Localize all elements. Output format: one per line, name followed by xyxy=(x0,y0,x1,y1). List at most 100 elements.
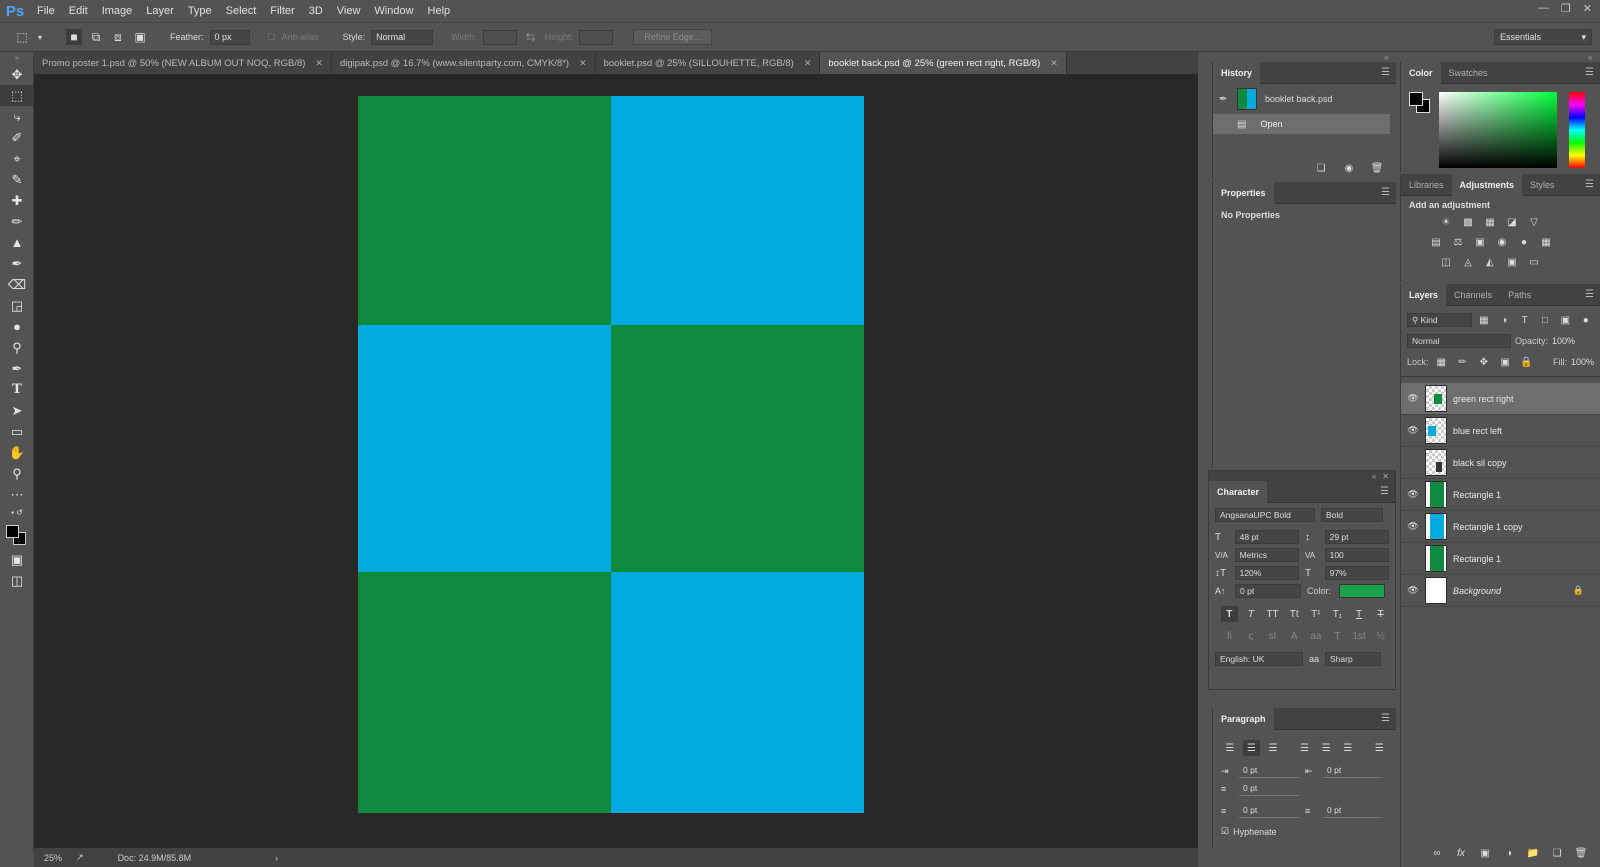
black-white-icon[interactable]: ▣ xyxy=(1471,234,1489,250)
fractions-icon[interactable]: ½ xyxy=(1372,628,1389,644)
menu-type[interactable]: Type xyxy=(181,0,219,22)
panel-menu-icon[interactable]: ☰ xyxy=(1585,179,1594,190)
history-snapshot[interactable]: ✒ booklet back.psd xyxy=(1213,84,1396,114)
tab-paths[interactable]: Paths xyxy=(1500,284,1539,306)
blend-mode-select[interactable]: Normal xyxy=(1407,334,1511,348)
subtract-selection-icon[interactable]: ⧈ xyxy=(110,29,126,45)
hue-slider[interactable] xyxy=(1569,92,1585,168)
swash-icon[interactable]: st xyxy=(1264,628,1281,644)
menu-window[interactable]: Window xyxy=(367,0,420,22)
restore-icon[interactable]: ❐ xyxy=(1561,2,1571,15)
color-lookup-icon[interactable]: ▦ xyxy=(1537,234,1555,250)
menu-3d[interactable]: 3D xyxy=(302,0,330,22)
layer-rectangle-1-b[interactable]: Rectangle 1 xyxy=(1401,543,1600,575)
crop-tool-icon[interactable]: ⌖ xyxy=(0,148,34,169)
panel-menu-icon[interactable]: ☰ xyxy=(1585,289,1594,300)
underline-icon[interactable]: T xyxy=(1351,606,1368,622)
swap-icon[interactable]: ⇆ xyxy=(523,29,539,45)
small-caps-icon[interactable]: Tt xyxy=(1286,606,1303,622)
strikethrough-icon[interactable]: T xyxy=(1372,606,1389,622)
close-icon[interactable]: ✕ xyxy=(1382,472,1389,481)
width-input[interactable] xyxy=(482,29,517,45)
threshold-icon[interactable]: ◭ xyxy=(1481,254,1499,270)
marquee-preset-icon[interactable]: ⬚ xyxy=(14,29,30,45)
menu-select[interactable]: Select xyxy=(219,0,264,22)
eyedropper-tool-icon[interactable]: ✎ xyxy=(0,169,34,190)
document-canvas[interactable] xyxy=(358,96,864,813)
panel-menu-icon[interactable]: ☰ xyxy=(1380,486,1389,497)
chevron-right-icon[interactable]: › xyxy=(275,853,278,863)
align-center-icon[interactable]: ☰ xyxy=(1242,740,1261,756)
history-step[interactable]: ▤ Open xyxy=(1213,114,1390,134)
menu-file[interactable]: File xyxy=(30,0,62,22)
close-icon[interactable]: ✕ xyxy=(1583,2,1592,15)
dodge-tool-icon[interactable]: ⚲ xyxy=(0,337,34,358)
tab-color[interactable]: Color xyxy=(1401,61,1441,84)
ligature-icon[interactable]: fi xyxy=(1221,628,1238,644)
filter-pixel-icon[interactable]: ▦ xyxy=(1476,312,1492,328)
menu-edit[interactable]: Edit xyxy=(62,0,95,22)
filter-adjust-icon[interactable]: ◑ xyxy=(1496,312,1512,328)
align-left-icon[interactable]: ☰ xyxy=(1221,740,1239,756)
all-caps-icon[interactable]: TT xyxy=(1264,606,1281,622)
new-layer-icon[interactable]: ❏ xyxy=(1548,845,1566,861)
selective-color-icon[interactable]: ▣ xyxy=(1503,254,1521,270)
titling-icon[interactable]: aa xyxy=(1308,628,1325,644)
vertical-scale-input[interactable]: 120% xyxy=(1234,566,1299,580)
link-layers-icon[interactable]: ∞ xyxy=(1428,845,1446,861)
eye-icon[interactable]: 👁 xyxy=(1401,393,1425,404)
tab-styles[interactable]: Styles xyxy=(1522,174,1563,196)
zoom-level[interactable]: 25% xyxy=(44,853,62,863)
hyphenate-checkbox[interactable]: ☑ xyxy=(1221,826,1229,837)
panel-menu-icon[interactable]: ☰ xyxy=(1381,713,1390,724)
font-size-input[interactable]: 48 pt xyxy=(1234,530,1299,544)
dock-collapse-icon[interactable]: » xyxy=(1384,53,1388,62)
feather-input[interactable]: 0 px xyxy=(209,29,250,45)
indent-first-input[interactable]: 0 pt xyxy=(1239,782,1299,796)
workspace-select[interactable]: Essentials ▾ xyxy=(1494,29,1592,45)
close-icon[interactable]: ✕ xyxy=(1050,58,1058,69)
chevron-down-icon[interactable]: ▾ xyxy=(36,29,44,45)
type-tool-icon[interactable]: T xyxy=(0,379,34,400)
lasso-tool-icon[interactable]: ⤷ xyxy=(0,106,34,127)
brush-source-icon[interactable]: ✒ xyxy=(1219,94,1233,105)
eye-icon[interactable]: 👁 xyxy=(1401,521,1425,532)
doc-tab-promo-poster[interactable]: Promo poster 1.psd @ 50% (NEW ALBUM OUT … xyxy=(34,52,332,74)
menu-image[interactable]: Image xyxy=(95,0,140,22)
close-icon[interactable]: ✕ xyxy=(804,58,812,69)
add-mask-icon[interactable]: ▣ xyxy=(1476,845,1494,861)
hand-tool-icon[interactable]: ✋ xyxy=(0,442,34,463)
kerning-select[interactable]: Metrics xyxy=(1234,548,1299,562)
color-fg-bg[interactable] xyxy=(1409,92,1431,114)
filter-shape-icon[interactable]: □ xyxy=(1537,312,1553,328)
subscript-icon[interactable]: T₁ xyxy=(1329,606,1346,622)
close-icon[interactable]: ✕ xyxy=(579,58,587,69)
filter-toggle-icon[interactable]: ● xyxy=(1578,312,1594,328)
eye-icon[interactable]: 👁 xyxy=(1401,489,1425,500)
old-style-icon[interactable]: ς xyxy=(1243,628,1260,644)
more-tools-icon[interactable]: ⋯ xyxy=(0,484,34,505)
color-foreground-swatch[interactable] xyxy=(1409,92,1423,106)
ordinals-icon[interactable]: T xyxy=(1329,628,1346,644)
levels-icon[interactable]: ▩ xyxy=(1459,214,1477,230)
menu-filter[interactable]: Filter xyxy=(263,0,301,22)
tab-libraries[interactable]: Libraries xyxy=(1401,174,1452,196)
close-icon[interactable]: ✕ xyxy=(315,58,323,69)
trash-icon[interactable]: 🗑 xyxy=(1368,160,1386,176)
indent-right-input[interactable]: 0 pt xyxy=(1323,764,1383,778)
new-group-icon[interactable]: 📁 xyxy=(1524,845,1542,861)
filter-type-icon[interactable]: T xyxy=(1516,312,1532,328)
channel-mixer-icon[interactable]: ● xyxy=(1515,234,1533,250)
exposure-icon[interactable]: ◪ xyxy=(1503,214,1521,230)
posterize-icon[interactable]: ◬ xyxy=(1459,254,1477,270)
space-after-input[interactable]: 0 pt xyxy=(1323,804,1383,818)
stamp-tool-icon[interactable]: ▲ xyxy=(0,232,34,253)
menu-help[interactable]: Help xyxy=(421,0,458,22)
horizontal-scale-input[interactable]: 97% xyxy=(1324,566,1389,580)
justify-all-icon[interactable]: ☰ xyxy=(1370,740,1388,756)
filter-smart-icon[interactable]: ▣ xyxy=(1557,312,1573,328)
invert-icon[interactable]: ◫ xyxy=(1437,254,1455,270)
healing-brush-icon[interactable]: ✚ xyxy=(0,190,34,211)
eraser-tool-icon[interactable]: ⌫ xyxy=(0,274,34,295)
tab-swatches[interactable]: Swatches xyxy=(1441,62,1496,84)
